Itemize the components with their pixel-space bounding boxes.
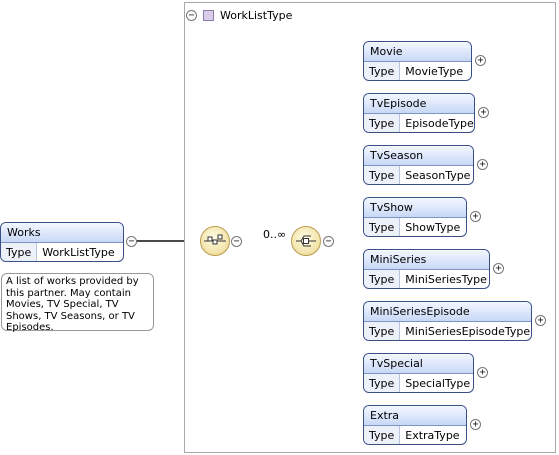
expand-toggle-miniseries[interactable]: + (493, 263, 504, 274)
occurrence-label: 0..∞ (263, 228, 287, 241)
type-key-label: Type (364, 374, 401, 392)
type-key-label: Type (1, 243, 38, 261)
type-value: MiniSeriesEpisodeType (405, 325, 531, 338)
element-name: Extra (364, 406, 466, 426)
documentation-note: A list of works provided by this partner… (1, 273, 154, 333)
child-element-tvepisode[interactable]: TvEpisode Type EpisodeType (363, 93, 475, 133)
choice-icon (296, 235, 316, 247)
child-element-tvseason[interactable]: TvSeason Type SeasonType (363, 145, 474, 185)
element-name: Movie (364, 42, 471, 62)
type-key-label: Type (364, 218, 401, 236)
type-key-label: Type (364, 114, 401, 132)
type-value: MiniSeriesType (405, 273, 487, 286)
expand-toggle-extra[interactable]: + (470, 419, 481, 430)
child-element-miniseriesepisode[interactable]: MiniSeriesEpisode Type MiniSeriesEpisodeTy… (363, 301, 532, 341)
root-collapse-toggle[interactable]: − (126, 236, 137, 247)
sequence-compositor[interactable] (200, 226, 230, 256)
child-element-movie[interactable]: Movie Type MovieType (363, 41, 472, 81)
sequence-icon (204, 234, 226, 245)
panel-title: WorkListType (220, 8, 293, 22)
type-key-label: Type (364, 166, 401, 184)
type-value: EpisodeType (405, 117, 474, 130)
choice-compositor[interactable] (291, 226, 321, 256)
element-name: Works (1, 223, 123, 243)
expand-toggle-tvseason[interactable]: + (477, 159, 488, 170)
type-key-label: Type (364, 322, 401, 340)
type-key-label: Type (364, 270, 401, 288)
expand-toggle-movie[interactable]: + (475, 55, 486, 66)
type-value: MovieType (405, 65, 464, 78)
type-value: ExtraType (405, 429, 460, 442)
panel-header: − WorkListType (186, 6, 292, 24)
element-name: MiniSeries (364, 250, 489, 270)
element-name: TvSeason (364, 146, 473, 166)
type-value: SpecialType (405, 377, 471, 390)
type-value: WorkListType (42, 246, 115, 259)
element-name: MiniSeriesEpisode (364, 302, 531, 322)
element-name: TvEpisode (364, 94, 474, 114)
choice-collapse-toggle[interactable]: − (323, 236, 334, 247)
type-key-label: Type (364, 62, 401, 80)
expand-toggle-miniseriesepisode[interactable]: + (535, 315, 546, 326)
panel-collapse-toggle[interactable]: − (186, 9, 197, 21)
element-name: TvSpecial (364, 354, 473, 374)
type-key-label: Type (364, 426, 401, 444)
type-value: SeasonType (405, 169, 471, 182)
expand-toggle-tvspecial[interactable]: + (477, 367, 488, 378)
expand-toggle-tvshow[interactable]: + (470, 211, 481, 222)
element-name: TvShow (364, 198, 466, 218)
complex-type-icon (203, 9, 214, 21)
child-element-tvshow[interactable]: TvShow Type ShowType (363, 197, 467, 237)
type-value: ShowType (405, 221, 461, 234)
child-element-extra[interactable]: Extra Type ExtraType (363, 405, 467, 445)
child-element-miniseries[interactable]: MiniSeries Type MiniSeriesType (363, 249, 490, 289)
child-element-tvspecial[interactable]: TvSpecial Type SpecialType (363, 353, 474, 393)
expand-toggle-tvepisode[interactable]: + (478, 107, 489, 118)
sequence-collapse-toggle[interactable]: − (231, 236, 242, 247)
root-element-works[interactable]: Works Type WorkListType (0, 222, 124, 262)
